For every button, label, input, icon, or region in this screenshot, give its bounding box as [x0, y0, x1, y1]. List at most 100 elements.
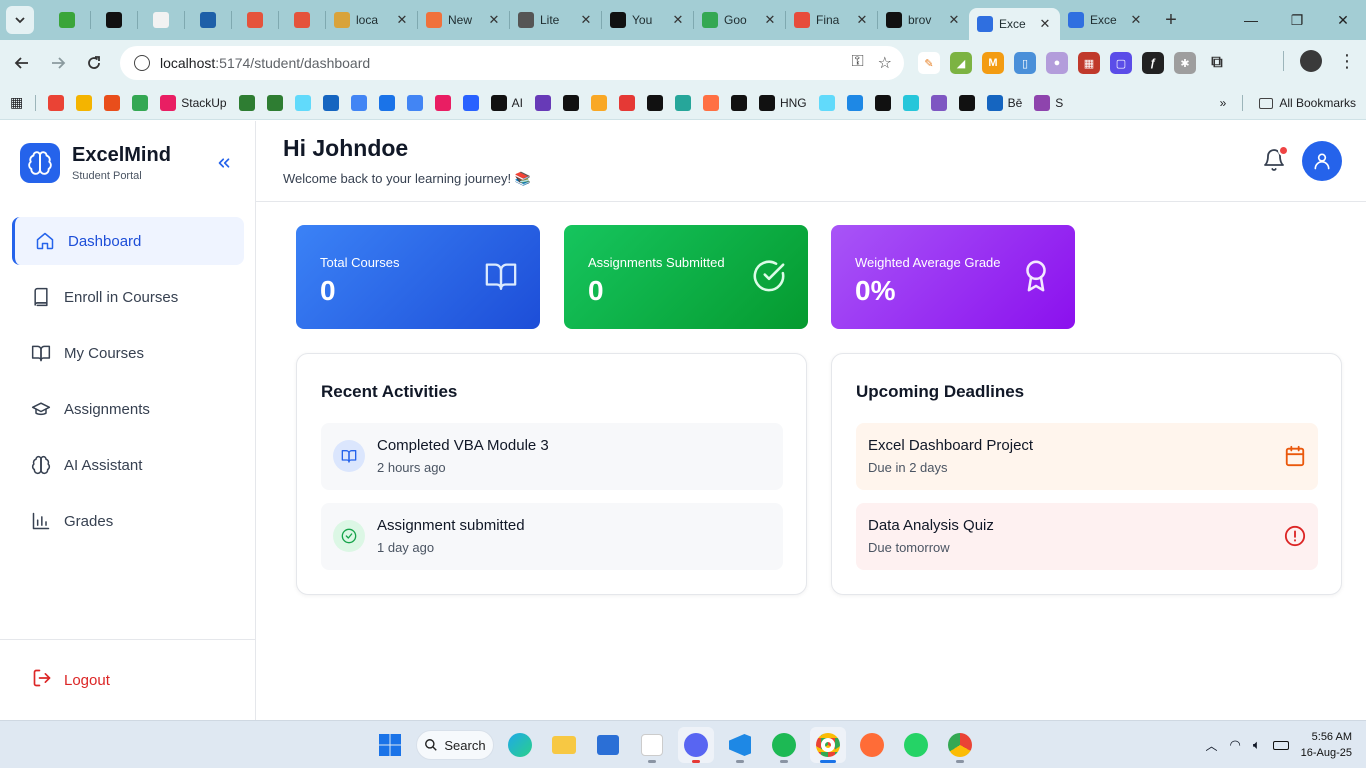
user-avatar-button[interactable] [1302, 141, 1342, 181]
spotify-app-icon[interactable] [766, 727, 802, 763]
bookmark-item[interactable] [930, 94, 947, 111]
edge-app-icon[interactable] [502, 727, 538, 763]
bookmark-item[interactable] [104, 94, 121, 111]
bookmark-item[interactable] [378, 94, 395, 111]
sidebar-item-assignments[interactable]: Assignments [12, 385, 244, 433]
browser-tab[interactable] [91, 4, 137, 36]
start-button[interactable] [372, 727, 408, 763]
bookmark-item[interactable] [48, 94, 65, 111]
bookmark-item[interactable] [266, 94, 283, 111]
restore-button[interactable]: ❐ [1274, 0, 1320, 40]
bookmark-item[interactable] [132, 94, 149, 111]
chevron-up-icon[interactable]: ︿ [1205, 737, 1217, 754]
metamask-icon[interactable]: M [982, 52, 1004, 74]
browser-tab[interactable]: You ✕ [602, 4, 693, 36]
app-icon[interactable] [634, 727, 670, 763]
browser-tab[interactable]: New ✕ [418, 4, 509, 36]
chrome-profile-app-icon[interactable] [942, 727, 978, 763]
bookmark-item[interactable]: Bē [986, 94, 1022, 111]
new-tab-button[interactable]: + [1157, 6, 1185, 34]
close-tab-icon[interactable]: ✕ [671, 12, 685, 28]
browser-tab[interactable] [44, 4, 90, 36]
close-tab-icon[interactable]: ✕ [395, 12, 409, 28]
reload-button[interactable] [76, 45, 112, 81]
collapse-sidebar-button[interactable] [212, 151, 236, 175]
puzzle-icon[interactable]: ⧉ [1206, 52, 1228, 74]
deadline-item[interactable]: Excel Dashboard Project Due in 2 days [856, 423, 1318, 490]
extension-icon[interactable]: ◢ [950, 52, 972, 74]
more-vertical-icon[interactable]: ⋮ [1338, 51, 1356, 72]
wifi-icon[interactable]: ◠ [1229, 737, 1240, 753]
bookmark-item[interactable] [874, 94, 891, 111]
bookmark-item[interactable] [434, 94, 451, 111]
deadline-item[interactable]: Data Analysis Quiz Due tomorrow [856, 503, 1318, 570]
clock[interactable]: 5:56 AM 16-Aug-25 [1301, 729, 1352, 761]
browser-tab[interactable]: Exce ✕ [1060, 4, 1151, 36]
browser-tab[interactable] [232, 4, 278, 36]
logout-button[interactable]: Logout [32, 668, 110, 692]
bookmark-item[interactable]: StackUp [160, 94, 227, 111]
browser-tab[interactable]: Lite ✕ [510, 4, 601, 36]
bookmark-item[interactable] [646, 94, 663, 111]
chrome-app-icon[interactable] [810, 727, 846, 763]
tab-search-button[interactable] [6, 6, 34, 34]
sidebar-item-ai-assistant[interactable]: AI Assistant [12, 441, 244, 489]
star-icon[interactable]: ☆ [878, 53, 892, 73]
browser-tab-active[interactable]: Exce ✕ [969, 8, 1060, 40]
close-tab-icon[interactable]: ✕ [1129, 12, 1143, 28]
bookmark-item[interactable] [462, 94, 479, 111]
sidebar-item-grades[interactable]: Grades [12, 497, 244, 545]
bookmark-item[interactable] [590, 94, 607, 111]
extension-icon[interactable]: ƒ [1142, 52, 1164, 74]
postman-app-icon[interactable] [854, 727, 890, 763]
bookmark-item[interactable] [406, 94, 423, 111]
apps-icon[interactable]: ▦ [10, 94, 23, 111]
bookmark-item[interactable] [238, 94, 255, 111]
browser-tab[interactable] [185, 4, 231, 36]
key-icon[interactable]: ⚿ [851, 53, 863, 73]
browser-tab[interactable]: Fina ✕ [786, 4, 877, 36]
browser-tab[interactable]: loca ✕ [326, 4, 417, 36]
volume-icon[interactable]: 🔈︎ [1253, 737, 1261, 753]
activity-item[interactable]: Assignment submitted 1 day ago [321, 503, 783, 570]
forward-button[interactable] [40, 45, 76, 81]
address-bar[interactable]: localhost:5174/student/dashboard ⚿ ☆ [120, 46, 904, 80]
bookmark-item[interactable] [902, 94, 919, 111]
bookmark-item[interactable]: HNG [758, 94, 807, 111]
extension-icon[interactable]: ● [1046, 52, 1068, 74]
browser-tab[interactable]: Goo ✕ [694, 4, 785, 36]
chevrons-right-icon[interactable]: » [1220, 96, 1227, 110]
bookmark-item[interactable] [846, 94, 863, 111]
battery-icon[interactable] [1272, 740, 1289, 750]
bookmark-item[interactable] [958, 94, 975, 111]
bookmark-item[interactable] [350, 94, 367, 111]
close-tab-icon[interactable]: ✕ [855, 12, 869, 28]
taskbar-search[interactable]: Search [416, 730, 494, 760]
bookmark-item[interactable] [674, 94, 691, 111]
activity-item[interactable]: Completed VBA Module 3 2 hours ago [321, 423, 783, 490]
sidebar-item-enroll[interactable]: Enroll in Courses [12, 273, 244, 321]
file-explorer-icon[interactable] [546, 727, 582, 763]
close-tab-icon[interactable]: ✕ [487, 12, 501, 28]
bookmark-item[interactable] [618, 94, 635, 111]
discord-app-icon[interactable] [678, 727, 714, 763]
vscode-app-icon[interactable] [722, 727, 758, 763]
whatsapp-app-icon[interactable] [898, 727, 934, 763]
back-button[interactable] [4, 45, 40, 81]
close-tab-icon[interactable]: ✕ [579, 12, 593, 28]
extension-icon[interactable]: ▦ [1078, 52, 1100, 74]
bookmark-item[interactable] [322, 94, 339, 111]
bookmark-item[interactable]: AI [490, 94, 523, 111]
browser-tab[interactable] [279, 4, 325, 36]
site-info-icon[interactable] [134, 55, 150, 71]
extension-icon[interactable]: ▯ [1014, 52, 1036, 74]
browser-tab[interactable] [138, 4, 184, 36]
close-tab-icon[interactable]: ✕ [1038, 16, 1052, 32]
sidebar-item-my-courses[interactable]: My Courses [12, 329, 244, 377]
close-tab-icon[interactable]: ✕ [947, 12, 961, 28]
profile-avatar[interactable] [1300, 50, 1322, 72]
bookmark-item[interactable] [76, 94, 93, 111]
browser-tab[interactable]: brov ✕ [878, 4, 969, 36]
all-bookmarks-button[interactable]: All Bookmarks [1259, 96, 1356, 110]
bookmark-item[interactable] [730, 94, 747, 111]
